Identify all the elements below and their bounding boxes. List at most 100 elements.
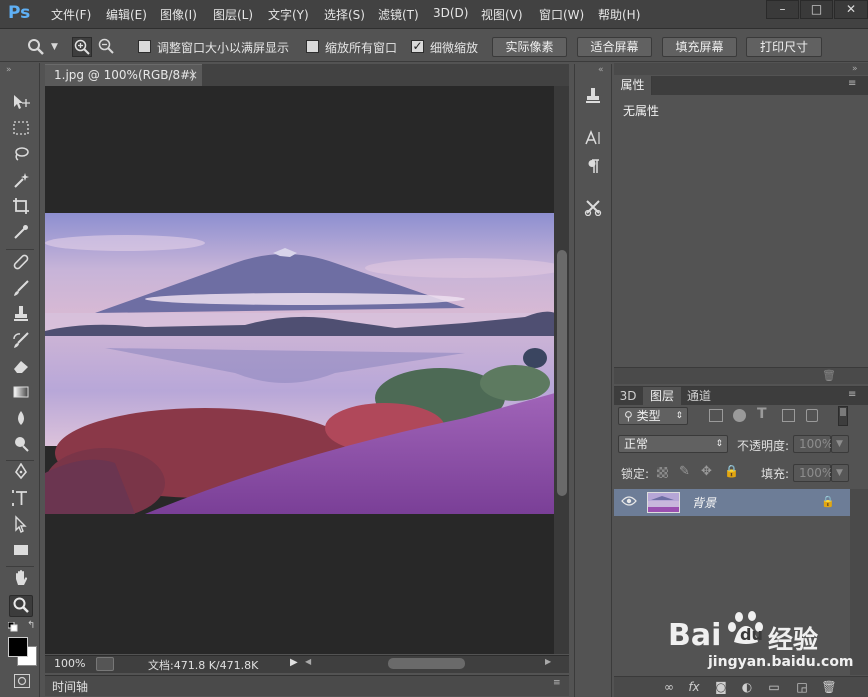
menu-edit[interactable]: 编辑(E) <box>106 6 147 23</box>
zoom-level[interactable]: 100% <box>54 657 85 670</box>
menu-image[interactable]: 图像(I) <box>160 6 197 23</box>
layer-filter-select[interactable]: ⚲ 类型 ⇕ <box>618 407 688 425</box>
dodge-tool-icon[interactable] <box>9 435 33 457</box>
document-image[interactable] <box>45 213 555 514</box>
properties-delete-icon[interactable]: 🗑 <box>822 369 836 382</box>
zoom-out-icon[interactable] <box>96 37 116 57</box>
tab-properties[interactable]: 属性 <box>614 76 652 95</box>
resize-windows-checkbox[interactable] <box>138 40 151 53</box>
quick-mask-icon[interactable] <box>14 674 30 688</box>
eraser-tool-icon[interactable] <box>9 357 33 379</box>
minimize-button[interactable]: – <box>766 0 799 19</box>
lock-position-icon[interactable]: ✥ <box>701 464 712 479</box>
zoom-tool-icon[interactable] <box>9 595 33 617</box>
add-mask-icon[interactable]: ◙ <box>712 679 730 695</box>
scroll-right-icon[interactable]: ▶ <box>545 657 551 666</box>
tool-presets-icon[interactable] <box>580 198 606 220</box>
fit-screen-button[interactable]: 适合屏幕 <box>577 37 652 57</box>
clone-stamp-tool-icon[interactable] <box>9 305 33 327</box>
lock-image-icon[interactable]: ✎ <box>679 464 690 479</box>
menu-select[interactable]: 选择(S) <box>324 6 365 23</box>
zoom-tool-preset-icon[interactable] <box>26 37 46 57</box>
swap-colors-icon[interactable]: ↰ <box>27 620 35 631</box>
filter-adjustment-icon[interactable] <box>733 409 746 422</box>
fill-dropdown-icon[interactable]: ▼ <box>831 464 849 482</box>
tab-3d[interactable]: 3D <box>614 387 642 405</box>
menu-file[interactable]: 文件(F) <box>51 6 91 23</box>
collapse-tools-icon[interactable]: » <box>6 65 12 75</box>
menu-3d[interactable]: 3D(D) <box>433 6 468 20</box>
collapse-panels-icon[interactable]: » <box>852 64 858 74</box>
filter-smart-object-icon[interactable] <box>806 409 818 422</box>
status-menu-arrow-icon[interactable]: ▶ <box>290 657 298 668</box>
delete-layer-icon[interactable]: 🗑 <box>820 679 838 695</box>
brush-tool-icon[interactable] <box>9 279 33 301</box>
eyedropper-tool-icon[interactable] <box>9 223 33 245</box>
default-colors-icon[interactable] <box>7 621 18 632</box>
vertical-scroll-thumb[interactable] <box>557 250 567 496</box>
collapse-dock-icon[interactable]: « <box>598 65 604 75</box>
horizontal-scroll-thumb[interactable] <box>388 658 465 669</box>
filter-pixel-icon[interactable] <box>709 409 723 422</box>
type-tool-icon[interactable] <box>9 489 33 511</box>
magic-wand-tool-icon[interactable] <box>9 171 33 193</box>
menu-view[interactable]: 视图(V) <box>481 6 523 23</box>
zoom-all-windows-checkbox[interactable] <box>306 40 319 53</box>
layer-style-icon[interactable]: fx <box>685 679 703 695</box>
adjustment-layer-icon[interactable]: ◐ <box>738 679 756 695</box>
blend-mode-select[interactable]: 正常 ⇕ <box>618 435 728 453</box>
scroll-left-icon[interactable]: ◀ <box>305 657 311 666</box>
marquee-tool-icon[interactable] <box>9 119 33 141</box>
lasso-tool-icon[interactable] <box>9 145 33 167</box>
timeline-menu-icon[interactable]: ≡ <box>553 678 561 688</box>
crop-tool-icon[interactable] <box>9 197 33 219</box>
character-icon[interactable] <box>580 129 606 151</box>
fill-screen-button[interactable]: 填充屏幕 <box>662 37 737 57</box>
share-icon[interactable] <box>96 657 114 671</box>
menu-layer[interactable]: 图层(L) <box>213 6 253 23</box>
preset-dropdown-icon[interactable]: ▼ <box>51 42 58 52</box>
opacity-dropdown-icon[interactable]: ▼ <box>831 435 849 453</box>
path-selection-tool-icon[interactable] <box>9 515 33 537</box>
layer-visibility-eye-icon[interactable] <box>621 495 637 510</box>
menu-help[interactable]: 帮助(H) <box>598 6 640 23</box>
opacity-input[interactable]: 100% <box>793 435 833 453</box>
menu-filter[interactable]: 滤镜(T) <box>378 6 419 23</box>
layers-menu-icon[interactable]: ≡ <box>848 389 856 400</box>
foreground-color-swatch[interactable] <box>8 637 28 657</box>
scrubby-zoom-checkbox[interactable]: ✓ <box>411 40 424 53</box>
layer-name[interactable]: 背景 <box>692 494 716 511</box>
lock-all-icon[interactable]: 🔒 <box>724 464 739 478</box>
zoom-in-icon[interactable] <box>72 37 92 57</box>
tab-layers[interactable]: 图层 <box>643 387 681 405</box>
blur-tool-icon[interactable] <box>9 409 33 431</box>
new-layer-icon[interactable]: ◲ <box>793 679 811 695</box>
menu-window[interactable]: 窗口(W) <box>539 6 584 23</box>
timeline-label[interactable]: 时间轴 <box>52 678 88 695</box>
properties-menu-icon[interactable]: ≡ <box>848 78 856 89</box>
document-tab[interactable]: 1.jpg @ 100%(RGB/8#) × <box>45 64 202 86</box>
move-tool-icon[interactable] <box>9 93 33 115</box>
filter-toggle[interactable] <box>838 406 848 426</box>
gradient-tool-icon[interactable] <box>9 383 33 405</box>
rectangle-tool-icon[interactable] <box>9 541 33 563</box>
fill-input[interactable]: 100% <box>793 464 833 482</box>
maximize-button[interactable]: □ <box>800 0 833 19</box>
stamp-icon[interactable] <box>580 87 606 109</box>
link-layers-icon[interactable]: ∞ <box>660 679 678 695</box>
menu-type[interactable]: 文字(Y) <box>268 6 309 23</box>
new-group-icon[interactable]: ▭ <box>765 679 783 695</box>
actual-pixels-button[interactable]: 实际像素 <box>492 37 567 57</box>
filter-shape-icon[interactable] <box>782 409 795 422</box>
history-brush-tool-icon[interactable] <box>9 331 33 353</box>
hand-tool-icon[interactable] <box>9 569 33 591</box>
document-tab-close-icon[interactable]: × <box>188 65 198 85</box>
pen-tool-icon[interactable] <box>9 462 33 485</box>
tab-channels[interactable]: 通道 <box>682 387 716 405</box>
healing-brush-tool-icon[interactable] <box>9 253 33 275</box>
paragraph-icon[interactable] <box>580 157 606 179</box>
lock-transparent-icon[interactable] <box>657 467 668 478</box>
close-button[interactable]: ✕ <box>834 0 868 19</box>
filter-type-icon[interactable]: T <box>757 406 767 422</box>
print-size-button[interactable]: 打印尺寸 <box>746 37 822 57</box>
